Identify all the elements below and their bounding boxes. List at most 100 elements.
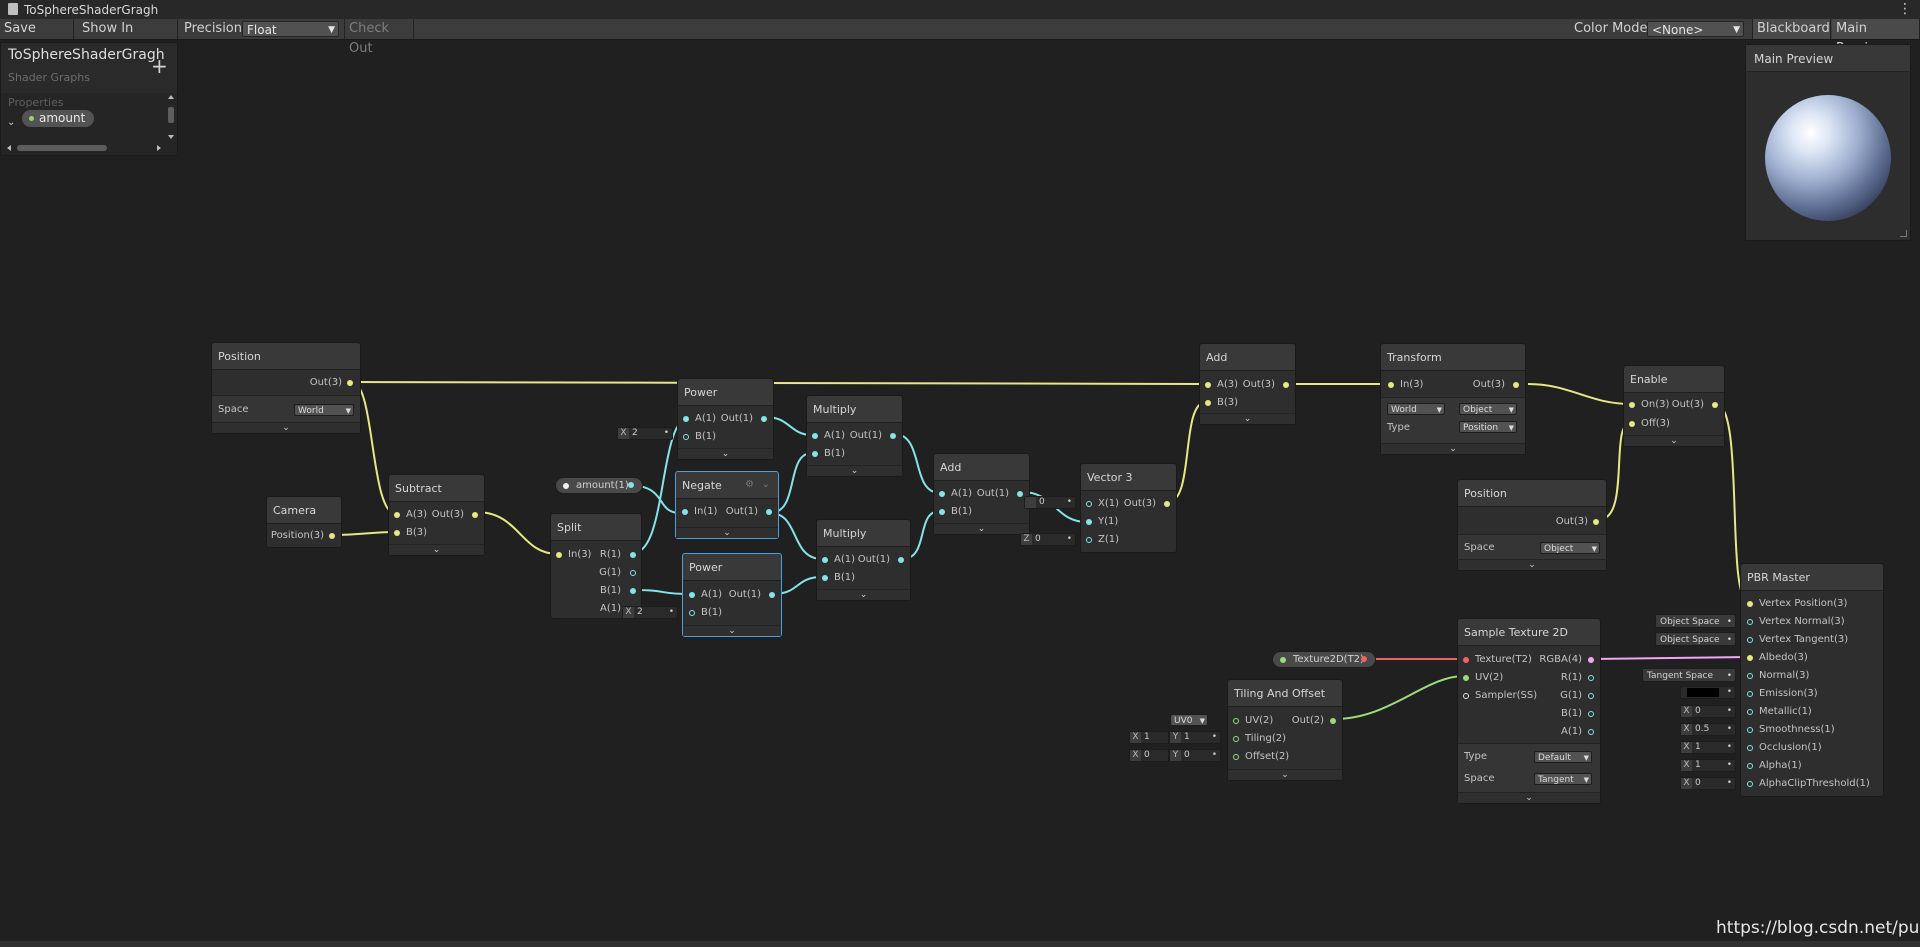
texture-type-dropdown[interactable]: Default ▼	[1534, 751, 1592, 763]
input-port-occlusion[interactable]	[1747, 745, 1753, 751]
input-port-alpha[interactable]	[1747, 763, 1753, 769]
output-port[interactable]	[1513, 382, 1519, 388]
input-port-vertex-normal[interactable]	[1747, 619, 1753, 625]
offset-x-field[interactable]: X0	[1129, 749, 1169, 762]
input-port-on[interactable]	[1629, 402, 1635, 408]
add-node[interactable]: Add A(1) B(1) Out(1) ⌄	[933, 453, 1030, 535]
power-node[interactable]: Power A(1) B(1) Out(1) ⌄	[677, 378, 774, 460]
output-port[interactable]	[1330, 718, 1336, 724]
output-port-b[interactable]	[630, 588, 636, 594]
collapse-toggle[interactable]: ⌄	[676, 527, 778, 538]
power-node[interactable]: Power A(1) B(1) Out(1) ⌄	[682, 553, 782, 637]
negate-node[interactable]: Negate ⚙ ⌄ In(1) Out(1) ⌄	[675, 471, 779, 539]
output-port[interactable]	[1017, 491, 1023, 497]
output-port-r[interactable]	[630, 552, 636, 558]
collapse-toggle[interactable]: ⌄	[678, 448, 773, 459]
space-dropdown[interactable]: Object ▼	[1540, 542, 1600, 554]
output-port[interactable]	[766, 509, 772, 515]
input-port-tiling[interactable]	[1233, 736, 1239, 742]
offset-y-field[interactable]: Y 0 •	[1169, 749, 1221, 762]
input-port-uv[interactable]	[1233, 718, 1239, 724]
chevron-down-icon[interactable]: ⌄	[762, 479, 770, 490]
output-port[interactable]	[1361, 656, 1367, 662]
output-port-g[interactable]	[1588, 693, 1594, 699]
camera-node[interactable]: Camera Position(3)	[266, 496, 342, 548]
alpha-field[interactable]: X 1 •	[1680, 759, 1736, 772]
input-port-x[interactable]	[1086, 501, 1092, 507]
output-port[interactable]	[472, 512, 478, 518]
vertex-tangent-space-chip[interactable]: Object Space •	[1655, 632, 1736, 646]
input-port-a[interactable]	[689, 592, 695, 598]
collapse-toggle[interactable]: ⌄	[683, 625, 781, 636]
input-port-b[interactable]	[689, 610, 695, 616]
input-port-normal[interactable]	[1747, 673, 1753, 679]
input-port[interactable]	[682, 509, 688, 515]
space-dropdown[interactable]: World ▼	[294, 404, 354, 416]
gear-icon[interactable]: ⚙	[745, 479, 754, 490]
input-port[interactable]	[556, 552, 562, 558]
input-port-a[interactable]	[812, 433, 818, 439]
output-port[interactable]	[329, 533, 335, 539]
input-port-b[interactable]	[812, 451, 818, 457]
sample-texture-2d-node[interactable]: Sample Texture 2D Texture(T2) UV(2) Samp…	[1457, 618, 1601, 804]
vector3-node[interactable]: Vector 3 X(1) Y(1) Z(1) Out(3)	[1080, 463, 1177, 553]
occlusion-field[interactable]: X 1 •	[1680, 741, 1736, 754]
alpha-clip-field[interactable]: X 0 •	[1680, 777, 1736, 790]
tiling-y-field[interactable]: Y 1 •	[1169, 731, 1221, 744]
texture-property-node[interactable]: Texture2D(T2)	[1272, 651, 1376, 668]
input-port-vertex-tangent[interactable]	[1747, 637, 1753, 643]
collapse-toggle[interactable]: ⌄	[1200, 413, 1295, 424]
power-b-value-field[interactable]: X 2 •	[617, 427, 673, 440]
vertex-normal-space-chip[interactable]: Object Space •	[1655, 614, 1736, 628]
pbr-master-node[interactable]: PBR Master Vertex Position(3) Vertex Nor…	[1740, 563, 1884, 797]
main-preview-panel[interactable]: Main Preview	[1745, 44, 1911, 241]
collapse-toggle[interactable]: ⌄	[1458, 792, 1600, 803]
output-port-r[interactable]	[1588, 675, 1594, 681]
input-port-y[interactable]	[1086, 519, 1092, 525]
output-port[interactable]	[890, 433, 896, 439]
collapse-toggle[interactable]: ⌄	[212, 422, 360, 433]
collapse-toggle[interactable]: ⌄	[807, 465, 902, 476]
emission-color-field[interactable]: •	[1680, 686, 1736, 699]
collapse-toggle[interactable]: ⌄	[1624, 435, 1724, 446]
output-port[interactable]	[1283, 382, 1289, 388]
amount-property-node[interactable]: amount(1)	[555, 477, 643, 494]
collapse-toggle[interactable]: ⌄	[1458, 559, 1606, 570]
multiply-node[interactable]: Multiply A(1) B(1) Out(1) ⌄	[806, 395, 903, 477]
input-port-b[interactable]	[394, 530, 400, 536]
input-port-b[interactable]	[1205, 400, 1211, 406]
uv-channel-dropdown[interactable]: UV0 ▼	[1170, 714, 1208, 726]
subtract-node[interactable]: Subtract A(3) B(3) Out(3) ⌄	[388, 474, 485, 556]
input-port-uv[interactable]	[1463, 675, 1469, 681]
to-space-dropdown[interactable]: Object ▼	[1459, 403, 1517, 415]
input-port-a[interactable]	[939, 491, 945, 497]
collapse-toggle[interactable]: ⌄	[934, 523, 1029, 534]
enable-keyword-node[interactable]: Enable On(3) Off(3) Out(3) ⌄	[1623, 365, 1725, 447]
collapse-toggle[interactable]: ⌄	[389, 544, 484, 555]
input-port-smoothness[interactable]	[1747, 727, 1753, 733]
vector3-z-field[interactable]: Z 0 •	[1020, 533, 1076, 546]
input-port-albedo[interactable]	[1747, 655, 1753, 661]
input-port-a[interactable]	[683, 416, 689, 422]
split-node[interactable]: Split In(3) R(1) G(1) B(1) A(1)	[550, 513, 642, 619]
collapse-toggle[interactable]: ⌄	[1381, 443, 1525, 454]
output-port-a[interactable]	[1588, 729, 1594, 735]
output-port-g[interactable]	[630, 570, 636, 576]
type-dropdown[interactable]: Position ▼	[1459, 421, 1517, 433]
input-port-a[interactable]	[822, 557, 828, 563]
input-port-a[interactable]	[1205, 382, 1211, 388]
input-port-texture[interactable]	[1463, 657, 1469, 663]
output-port[interactable]	[1593, 519, 1599, 525]
collapse-toggle[interactable]: ⌄	[1228, 769, 1342, 780]
output-port[interactable]	[769, 592, 775, 598]
input-port[interactable]	[1388, 382, 1394, 388]
output-port[interactable]	[1164, 501, 1170, 507]
output-port[interactable]	[1712, 402, 1718, 408]
input-port-metallic[interactable]	[1747, 709, 1753, 715]
input-port-b[interactable]	[822, 575, 828, 581]
preview-sphere[interactable]	[1765, 95, 1891, 221]
output-port[interactable]	[628, 482, 634, 488]
input-port-b[interactable]	[683, 434, 689, 440]
position-node[interactable]: Position Out(3) Space World ▼ ⌄	[211, 342, 361, 434]
normal-space-dropdown[interactable]: Tangent ▼	[1534, 773, 1592, 785]
